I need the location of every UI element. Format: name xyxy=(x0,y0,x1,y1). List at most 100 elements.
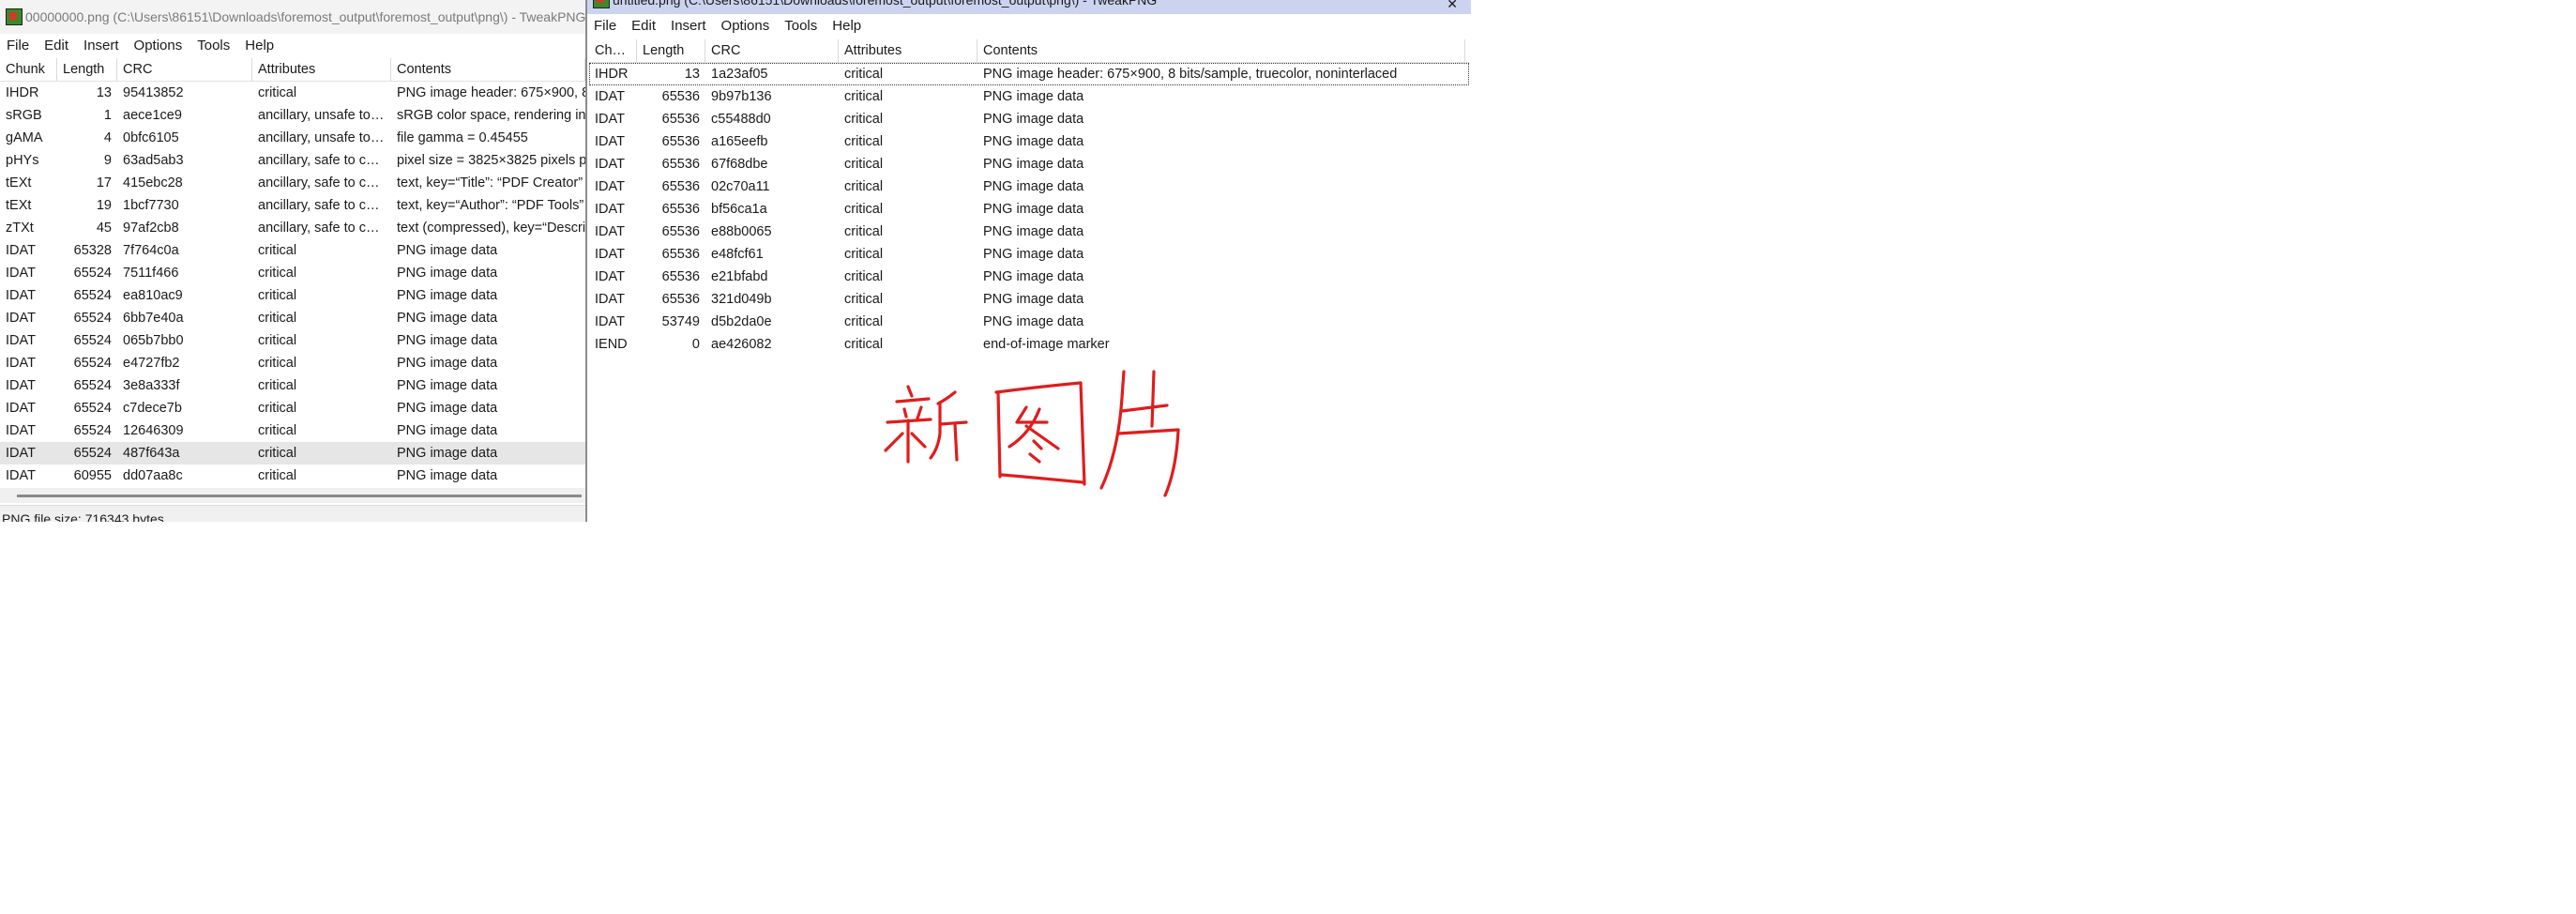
table-row[interactable]: IDAT 65536 02c70a11 critical PNG image data xyxy=(589,175,1469,198)
cell-crc: e48fcf61 xyxy=(711,247,764,262)
cell-chunk: tEXt xyxy=(6,175,32,190)
column-header-length[interactable]: Length xyxy=(57,58,117,81)
menu-file[interactable]: File xyxy=(0,38,38,53)
table-row[interactable]: IDAT 65524 e4727fb2 critical PNG image data xyxy=(0,352,585,374)
table-row[interactable]: sRGB 1 aece1ce9 ancillary, unsafe to copy sR… xyxy=(0,104,585,127)
cell-contents: text, key=“Title”: “PDF Creator” xyxy=(397,175,583,190)
table-row[interactable]: IDAT 65524 7511f466 critical PNG image data xyxy=(0,262,585,284)
cell-length: 65524 xyxy=(73,333,112,348)
table-row[interactable]: zTXt 45 97af2cb8 ancillary, safe to copy tex… xyxy=(0,217,585,239)
tweakpng-app-icon[interactable] xyxy=(593,0,610,8)
table-row[interactable]: IDAT 65536 e88b0065 critical PNG image data xyxy=(589,221,1469,243)
cell-crc: bf56ca1a xyxy=(711,202,767,217)
table-row[interactable]: IDAT 65536 9b97b136 critical PNG image data xyxy=(589,85,1469,108)
cell-crc: 63ad5ab3 xyxy=(123,153,184,168)
cell-contents: PNG image data xyxy=(983,292,1084,307)
table-row[interactable]: IDAT 60955 dd07aa8c critical PNG image data xyxy=(0,465,585,487)
menu-options[interactable]: Options xyxy=(128,38,191,53)
menu-insert[interactable]: Insert xyxy=(664,18,715,34)
cell-crc: 065b7bb0 xyxy=(123,333,184,348)
column-header-attributes[interactable]: Attributes xyxy=(839,39,977,62)
title-bar[interactable]: 00000000.png (C:\Users\86151\Downloads\f… xyxy=(0,0,585,34)
table-row[interactable]: IDAT 53749 d5b2da0e critical PNG image data xyxy=(589,311,1469,333)
table-row[interactable]: IDAT 65328 7f764c0a critical PNG image data xyxy=(0,239,585,262)
cell-contents: sRGB color space, rendering intent: perc… xyxy=(397,108,585,123)
cell-chunk: IDAT xyxy=(6,266,36,281)
cell-crc: 7511f466 xyxy=(123,266,179,281)
table-row[interactable]: gAMA 4 0bfc6105 ancillary, unsafe to copy fi… xyxy=(0,127,585,149)
horizontal-scrollbar[interactable] xyxy=(0,488,585,503)
table-row[interactable]: IDAT 65524 12646309 critical PNG image data xyxy=(0,419,585,442)
cell-contents: PNG image data xyxy=(983,134,1084,149)
cell-contents: PNG image header: 675×900, 8 bits/sample… xyxy=(397,85,585,100)
window-title: 00000000.png (C:\Users\86151\Downloads\f… xyxy=(25,9,585,24)
table-row[interactable]: IDAT 65524 6bb7e40a critical PNG image data xyxy=(0,307,585,329)
cell-attributes: ancillary, safe to copy xyxy=(258,153,388,168)
cell-crc: 321d049b xyxy=(711,292,772,307)
menu-help[interactable]: Help xyxy=(826,18,870,34)
cell-chunk: IHDR xyxy=(6,85,39,100)
tweakpng-app-icon[interactable] xyxy=(6,8,23,25)
cell-length: 9 xyxy=(103,153,112,168)
table-row[interactable]: pHYs 9 63ad5ab3 ancillary, safe to copy pixe… xyxy=(0,149,585,172)
cell-length: 13 xyxy=(96,85,112,100)
table-row[interactable]: IDAT 65524 487f643a critical PNG image data xyxy=(0,442,585,465)
cell-length: 65536 xyxy=(661,269,700,284)
cell-length: 45 xyxy=(96,221,112,236)
cell-crc: 02c70a11 xyxy=(711,179,770,194)
table-row[interactable]: tEXt 19 1bcf7730 ancillary, safe to copy tex… xyxy=(0,194,585,217)
table-row[interactable]: IDAT 65524 3e8a333f critical PNG image data xyxy=(0,374,585,397)
cell-length: 0 xyxy=(691,337,700,352)
menu-tools[interactable]: Tools xyxy=(778,18,826,34)
table-row[interactable]: IDAT 65524 c7dece7b critical PNG image data xyxy=(0,397,585,419)
table-row[interactable]: IDAT 65536 67f68dbe critical PNG image data xyxy=(589,153,1469,175)
table-row[interactable]: IEND 0 ae426082 critical end-of-image marker xyxy=(589,333,1469,356)
menu-options[interactable]: Options xyxy=(715,18,779,34)
table-row[interactable]: IDAT 65524 ea810ac9 critical PNG image data xyxy=(0,284,585,307)
menu-edit[interactable]: Edit xyxy=(625,18,664,34)
column-header-crc[interactable]: CRC xyxy=(705,39,839,62)
column-header-attributes[interactable]: Attributes xyxy=(252,58,391,81)
column-header-contents[interactable]: Contents xyxy=(391,58,585,81)
column-header-contents[interactable]: Contents xyxy=(977,39,1465,62)
cell-contents: PNG image data xyxy=(397,288,498,303)
table-row[interactable]: IDAT 65536 e48fcf61 critical PNG image data xyxy=(589,243,1469,266)
cell-contents: PNG image data xyxy=(397,468,498,483)
column-header-crc[interactable]: CRC xyxy=(117,58,252,81)
cell-chunk: IDAT xyxy=(6,311,36,326)
column-header-length[interactable]: Length xyxy=(637,39,705,62)
cell-chunk: IDAT xyxy=(6,243,36,258)
table-row[interactable]: IDAT 65536 e21bfabd critical PNG image data xyxy=(589,266,1469,288)
cell-length: 65536 xyxy=(661,224,700,239)
cell-contents: PNG image data xyxy=(983,157,1084,172)
cell-contents: end-of-image marker xyxy=(983,337,1110,352)
menu-tools[interactable]: Tools xyxy=(190,38,238,53)
table-row[interactable]: tEXt 17 415ebc28 ancillary, safe to copy tex… xyxy=(0,172,585,194)
table-row[interactable]: IHDR 13 95413852 critical PNG image header: … xyxy=(0,82,585,104)
menu-insert[interactable]: Insert xyxy=(77,38,128,53)
scrollbar-thumb[interactable] xyxy=(17,495,582,497)
cell-chunk: IDAT xyxy=(595,224,625,239)
cell-chunk: IDAT xyxy=(595,247,625,262)
table-row[interactable]: IDAT 65536 bf56ca1a critical PNG image data xyxy=(589,198,1469,221)
menu-help[interactable]: Help xyxy=(238,38,282,53)
close-icon[interactable]: ✕ xyxy=(1447,0,1458,12)
table-row[interactable]: IDAT 65536 a165eefb critical PNG image data xyxy=(589,130,1469,153)
menu-bar: File Edit Insert Options Tools Help xyxy=(0,34,585,56)
cell-chunk: IDAT xyxy=(6,468,36,483)
cell-chunk: IDAT xyxy=(595,202,625,217)
cell-attributes: critical xyxy=(258,243,297,258)
cell-length: 65536 xyxy=(661,134,700,149)
table-row[interactable]: IHDR 13 1a23af05 critical PNG image header: … xyxy=(589,63,1469,85)
column-header-chunk[interactable]: Chunk xyxy=(0,58,57,81)
menu-file[interactable]: File xyxy=(587,18,625,34)
menu-edit[interactable]: Edit xyxy=(38,38,77,53)
table-row[interactable]: IDAT 65524 065b7bb0 critical PNG image data xyxy=(0,329,585,352)
table-row[interactable]: IDAT 65536 c55488d0 critical PNG image data xyxy=(589,108,1469,130)
table-row[interactable]: IDAT 65536 321d049b critical PNG image data xyxy=(589,288,1469,311)
cell-crc: d5b2da0e xyxy=(711,314,772,329)
handwritten-annotation xyxy=(880,368,1190,501)
cell-crc: 1a23af05 xyxy=(711,67,768,82)
column-header-chunk[interactable]: Chunk xyxy=(589,39,637,62)
cell-contents: PNG image data xyxy=(397,311,498,326)
